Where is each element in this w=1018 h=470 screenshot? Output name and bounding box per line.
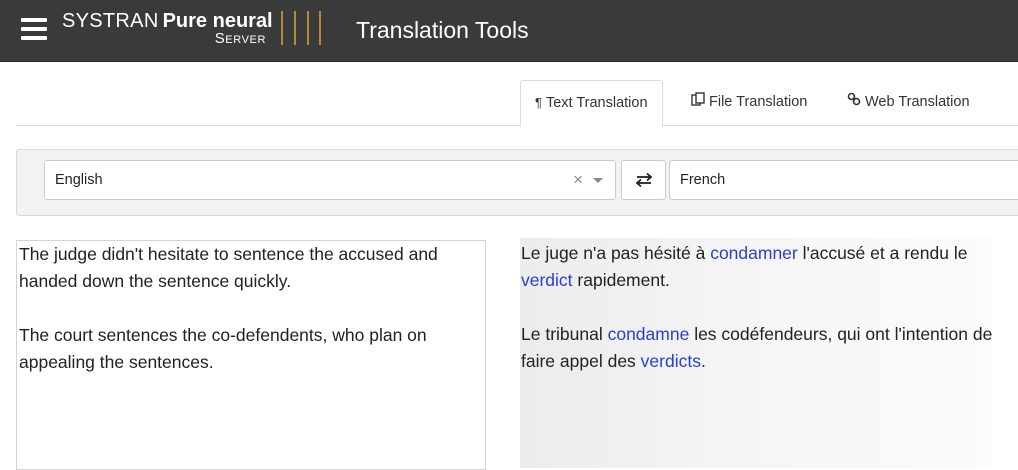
tab-label: Text Translation xyxy=(545,95,648,111)
output-paragraph: Le tribunal condamne les codéfendeurs, q… xyxy=(521,324,993,371)
tab-web-translation[interactable]: Web Translation xyxy=(833,80,984,126)
tab-label: File Translation xyxy=(709,94,808,110)
translation-output: Le juge n'a pas hésité à condamner l'acc… xyxy=(520,238,992,468)
tab-file-translation[interactable]: File Translation xyxy=(677,80,821,126)
swap-languages-button[interactable] xyxy=(621,160,666,200)
target-language-value: French xyxy=(680,172,726,188)
source-language-value: English xyxy=(55,172,103,188)
paragraph-icon: ¶ xyxy=(535,95,542,110)
alternative-word[interactable]: verdicts xyxy=(641,351,701,371)
alternative-word[interactable]: condamner xyxy=(710,243,798,263)
language-bar: English × French xyxy=(16,149,1018,216)
app-title: Translation Tools xyxy=(356,17,529,43)
brand-bars-icon xyxy=(281,11,325,45)
clear-icon[interactable]: × xyxy=(573,161,583,199)
source-paragraph: The court sentences the co-defendents, w… xyxy=(19,325,427,372)
link-icon xyxy=(847,80,861,124)
menu-icon[interactable] xyxy=(21,18,47,40)
tab-label: Web Translation xyxy=(865,94,970,110)
translation-tabs: ¶ Text Translation File Translation Web T… xyxy=(16,80,1018,127)
target-language-select[interactable]: French xyxy=(669,160,1018,200)
files-icon xyxy=(691,80,705,124)
chevron-down-icon[interactable] xyxy=(593,178,603,183)
source-language-select[interactable]: English × xyxy=(44,160,616,200)
alternative-word[interactable]: verdict xyxy=(521,270,573,290)
brand-subtitle: Server xyxy=(214,30,266,47)
source-text-area[interactable]: The judge didn't hesitate to sentence th… xyxy=(16,240,486,470)
brand-product: Pure neural xyxy=(162,10,273,32)
source-paragraph: The judge didn't hesitate to sentence th… xyxy=(19,244,438,291)
swap-icon xyxy=(635,172,653,188)
brand-name: SYSTRAN xyxy=(62,10,159,32)
tab-text-translation[interactable]: ¶ Text Translation xyxy=(520,80,663,127)
top-bar: SYSTRAN Pure neural Server Translation To… xyxy=(0,0,1018,62)
alternative-word[interactable]: condamne xyxy=(608,324,690,344)
output-paragraph: Le juge n'a pas hésité à condamner l'acc… xyxy=(521,243,968,290)
brand-logo: SYSTRAN Pure neural Server xyxy=(62,10,273,50)
